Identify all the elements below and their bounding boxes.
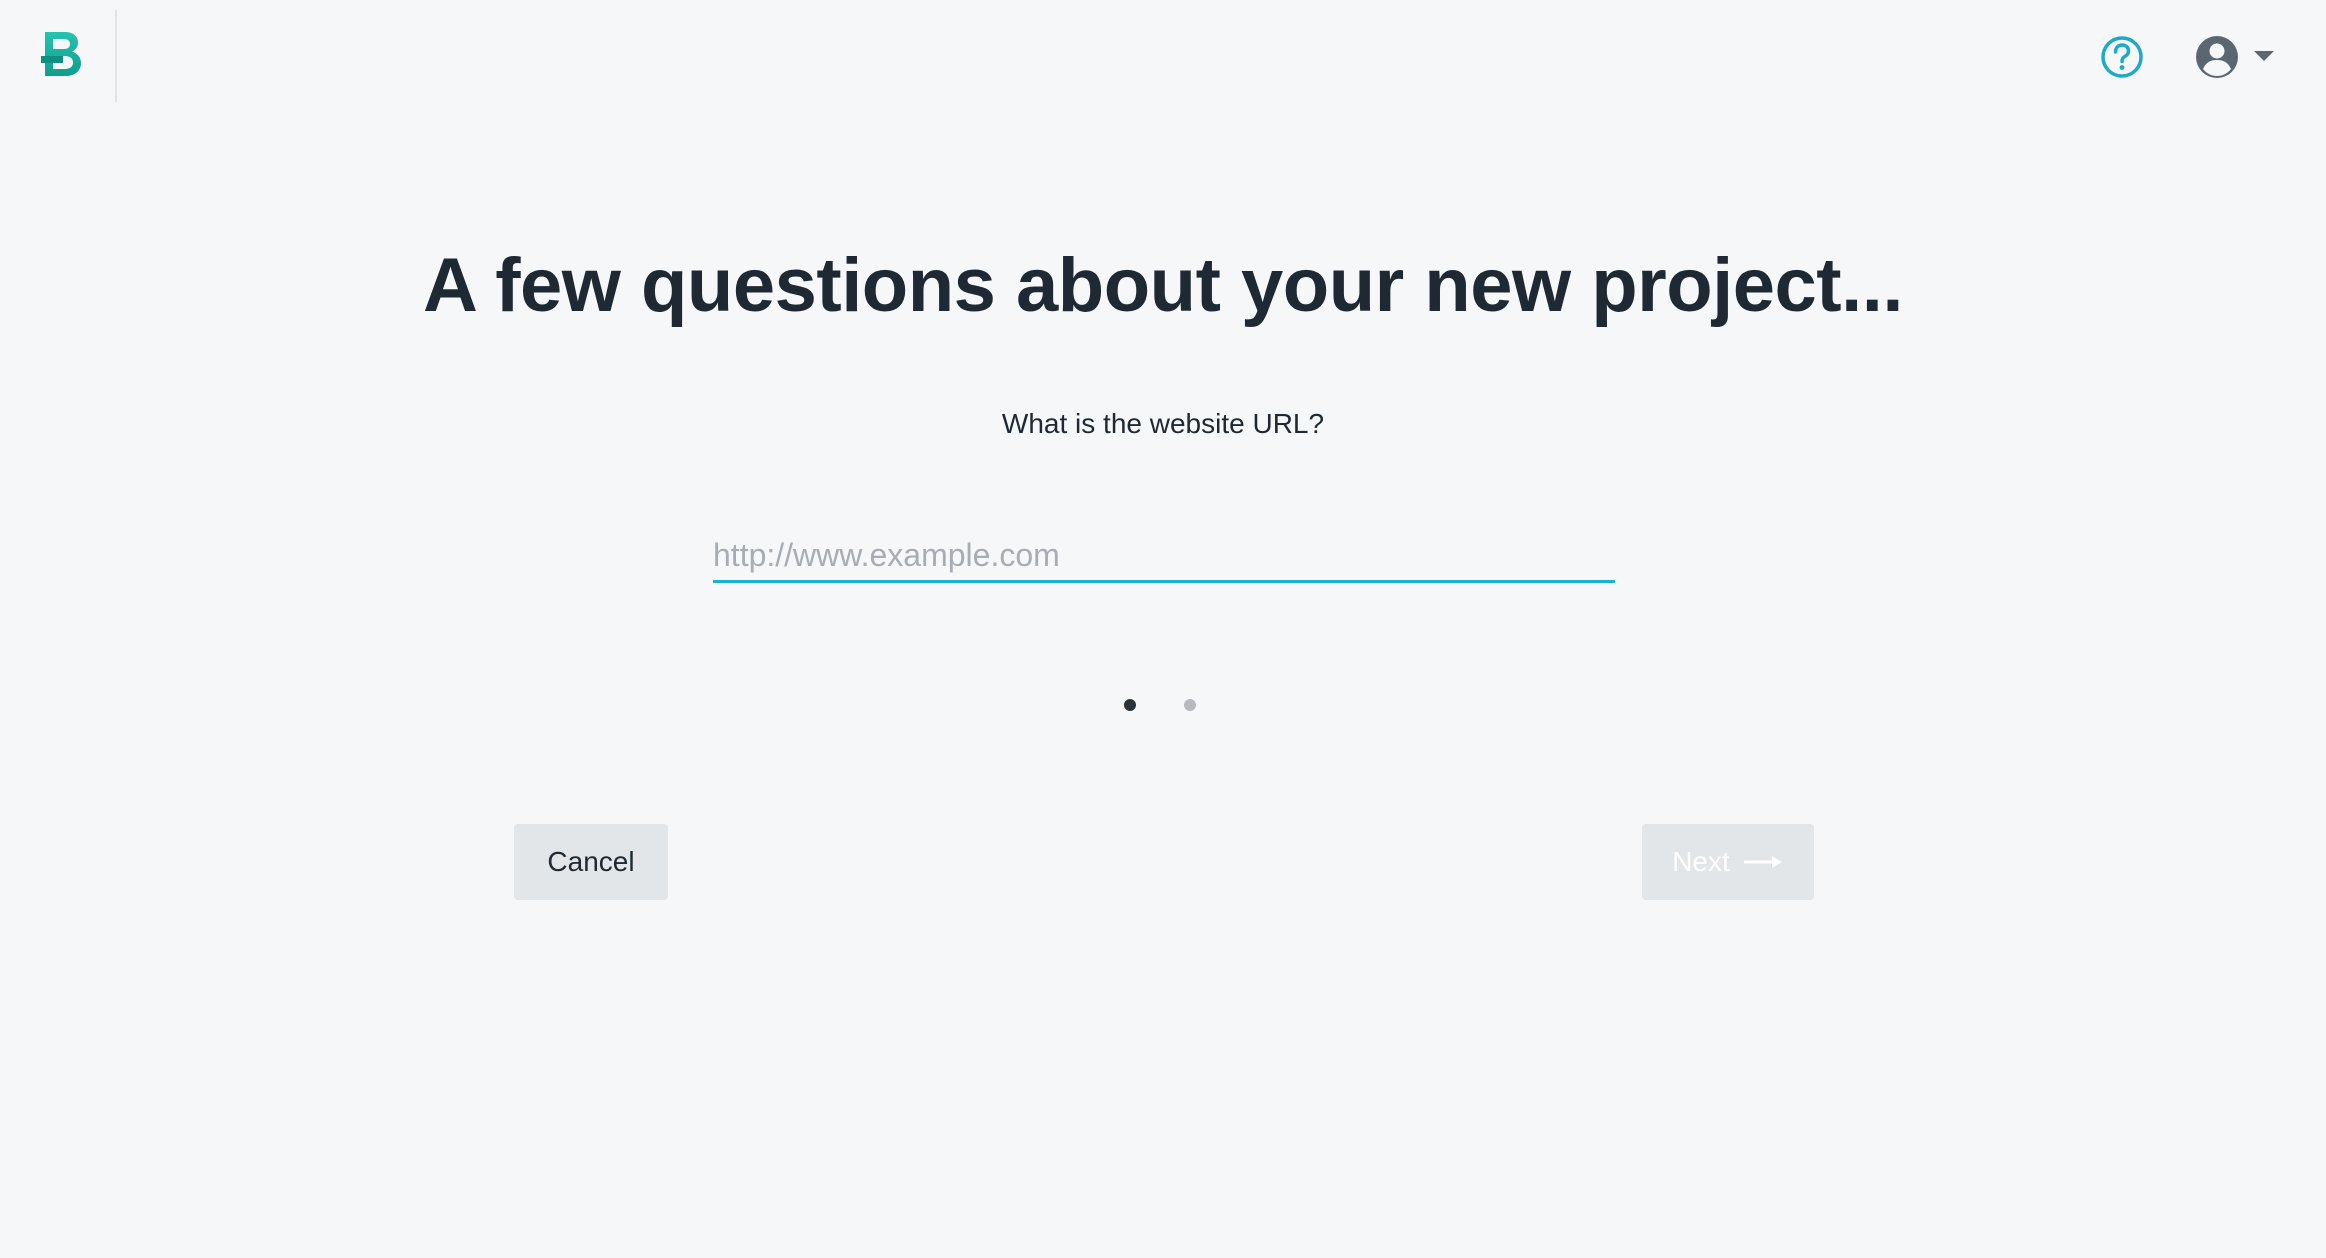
logo-b-icon [41, 32, 81, 76]
header-divider [115, 10, 117, 102]
step-indicator [1124, 699, 1204, 713]
app-logo[interactable] [41, 30, 83, 80]
website-url-input[interactable] [713, 530, 1615, 583]
question-label: What is the website URL? [1001, 408, 1325, 439]
account-menu-button[interactable] [2192, 32, 2278, 82]
help-circle-icon [2101, 36, 2143, 78]
next-button-label: Next [1672, 846, 1730, 877]
help-button[interactable] [2099, 34, 2145, 80]
caret-down-icon [2254, 51, 2274, 61]
cancel-button-label: Cancel [547, 846, 635, 877]
user-circle-icon [2196, 36, 2238, 78]
cancel-button[interactable]: Cancel [514, 824, 668, 900]
top-bar [0, 0, 2326, 102]
page-title: A few questions about your new project..… [423, 243, 1903, 328]
next-button[interactable]: Next [1642, 824, 1814, 900]
step-dot-inactive[interactable] [1184, 699, 1196, 711]
step-dot-active[interactable] [1124, 699, 1136, 711]
arrow-right-icon [1743, 856, 1782, 868]
